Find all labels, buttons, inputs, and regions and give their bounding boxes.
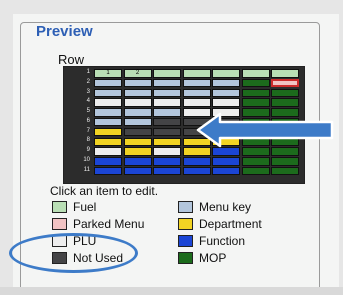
grid-key-menu[interactable]	[94, 88, 122, 98]
grid-key-mop[interactable]	[241, 157, 270, 166]
grid-key-func[interactable]	[182, 157, 211, 166]
grid-key-fuel[interactable]: 2	[123, 69, 152, 78]
grid-key-mop[interactable]	[241, 166, 270, 176]
legend-label-menu-key: Menu key	[199, 200, 252, 214]
grid-key-mop[interactable]	[241, 88, 270, 98]
row-number: 9	[86, 147, 90, 153]
grid-key-func[interactable]	[212, 166, 240, 176]
legend-menu-key[interactable]: Menu key	[178, 200, 251, 214]
grid-key-mop[interactable]	[271, 98, 299, 107]
row-number: 3	[86, 88, 90, 95]
grid-key-parked[interactable]	[271, 78, 299, 88]
grid-key-mop[interactable]	[241, 78, 270, 88]
grid-key-dept[interactable]	[123, 147, 152, 156]
grid-key-func[interactable]	[123, 166, 152, 176]
grid-key-menu[interactable]	[212, 88, 240, 98]
grid-key-plu[interactable]	[94, 147, 122, 156]
grid-key-menu[interactable]	[212, 78, 240, 88]
legend-label-function: Function	[199, 234, 246, 248]
grid-key-mop[interactable]	[241, 147, 270, 156]
grid-key-plu[interactable]	[94, 98, 122, 107]
grid-key-plu[interactable]	[153, 147, 181, 156]
legend-function[interactable]: Function	[178, 234, 245, 248]
grid-key-mop[interactable]	[271, 166, 299, 176]
row-number: 11	[83, 166, 90, 173]
row-number: 1	[86, 69, 90, 75]
grid-key-unused[interactable]	[153, 117, 181, 127]
grid-key-unused[interactable]	[123, 127, 152, 137]
grid-key-unused[interactable]	[153, 127, 181, 137]
grid-key-menu[interactable]	[153, 108, 181, 117]
grid-key-fuel[interactable]	[182, 69, 211, 78]
grid-key-plu[interactable]	[153, 98, 181, 107]
grid-key-dept[interactable]	[153, 137, 181, 147]
legend-parked-menu[interactable]: Parked Menu	[52, 217, 144, 231]
legend-label-mop: MOP	[199, 251, 227, 265]
grid-key-fuel[interactable]	[153, 69, 181, 78]
grid-key-plu[interactable]	[182, 98, 211, 107]
grid-key-menu[interactable]	[123, 108, 152, 117]
row-number: 4	[86, 98, 90, 105]
grid-key-menu[interactable]	[123, 88, 152, 98]
grid-key-fuel[interactable]: 1	[94, 69, 122, 78]
function-swatch	[178, 235, 193, 247]
grid-key-menu[interactable]	[123, 117, 152, 127]
grid-key-mop[interactable]	[241, 98, 270, 107]
row-number: 5	[86, 108, 90, 114]
mop-swatch	[178, 252, 193, 264]
legend-fuel[interactable]: Fuel	[52, 200, 96, 214]
grid-key-menu[interactable]	[94, 108, 122, 117]
grid-key-mop[interactable]	[271, 88, 299, 98]
grid-key-plu[interactable]	[212, 98, 240, 107]
row-label: Row	[58, 52, 85, 67]
row-number: 8	[86, 137, 90, 144]
panel-title: Preview	[34, 23, 95, 40]
grid-key-func[interactable]	[123, 157, 152, 166]
row-number: 10	[83, 156, 90, 163]
grid-key-func[interactable]	[212, 157, 240, 166]
fuel-swatch	[52, 201, 67, 213]
row-number: 6	[86, 117, 90, 124]
grid-key-dept[interactable]	[94, 137, 122, 147]
grid-key-dept[interactable]	[123, 137, 152, 147]
parked-menu-swatch	[52, 218, 67, 230]
grid-key-func[interactable]	[182, 166, 211, 176]
row-number: 7	[86, 127, 90, 134]
grid-key-menu[interactable]	[182, 78, 211, 88]
legend-label-parked-menu: Parked Menu	[73, 217, 145, 231]
row-numbers: 1 2 3 4 5 6 7 8 9 10 11	[66, 68, 92, 175]
grid-key-fuel[interactable]	[212, 69, 240, 78]
legend-department[interactable]: Department	[178, 217, 262, 231]
grid-key-func[interactable]	[94, 157, 122, 166]
grid-key-dept[interactable]	[182, 147, 211, 156]
grid-key-menu[interactable]	[153, 88, 181, 98]
grid-key-func[interactable]	[94, 166, 122, 176]
grid-key-plu[interactable]	[123, 98, 152, 107]
grid-key-menu[interactable]	[182, 88, 211, 98]
screen-bottom-edge	[0, 287, 343, 295]
grid-key-func[interactable]	[153, 166, 181, 176]
grid-key-fuel[interactable]	[241, 69, 270, 78]
grid-key-menu[interactable]	[94, 78, 122, 88]
legend-mop[interactable]: MOP	[178, 251, 226, 265]
row-number: 2	[86, 78, 90, 85]
click-instruction: Click an item to edit.	[50, 184, 159, 198]
oval-highlight	[9, 233, 138, 273]
grid-key-mop[interactable]	[271, 157, 299, 166]
grid-key-menu[interactable]	[94, 117, 122, 127]
department-swatch	[178, 218, 193, 230]
grid-key-func[interactable]	[212, 147, 240, 156]
grid-key-menu[interactable]	[123, 78, 152, 88]
left-arrow-icon	[196, 112, 334, 148]
legend-label-fuel: Fuel	[73, 200, 97, 214]
grid-key-mop[interactable]	[271, 147, 299, 156]
grid-key-dept[interactable]	[94, 127, 122, 137]
legend-label-department: Department	[199, 217, 262, 231]
grid-key-fuel[interactable]	[271, 69, 299, 78]
grid-key-menu[interactable]	[153, 78, 181, 88]
menu-key-swatch	[178, 201, 193, 213]
grid-key-func[interactable]	[153, 157, 181, 166]
